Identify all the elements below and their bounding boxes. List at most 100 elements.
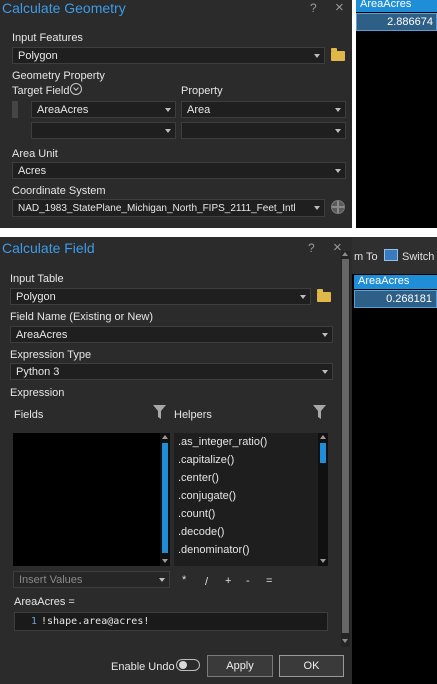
coordinate-system-label: Coordinate System (12, 185, 106, 197)
coordinate-system-value: NAD_1983_StatePlane_Michigan_North_FIPS_… (18, 202, 296, 214)
filter-icon[interactable] (153, 405, 166, 419)
coordinate-system-dropdown[interactable]: NAD_1983_StatePlane_Michigan_North_FIPS_… (12, 199, 325, 217)
dialog-title: Calculate Geometry (2, 0, 126, 16)
fields-list[interactable] (13, 433, 170, 566)
operator-multiply-button[interactable]: * (182, 574, 186, 586)
table-row[interactable]: 2.886674 (356, 13, 437, 31)
expression-type-dropdown[interactable]: Python 3 (10, 363, 333, 380)
chevron-down-icon (314, 53, 320, 58)
expression-type-value: Python 3 (16, 365, 60, 378)
dialog-scrollbar[interactable] (341, 251, 350, 647)
code-line-number: 1 (31, 616, 38, 627)
attribute-table-top: AreaAcres 2.886674 (356, 0, 437, 228)
table-header-areaacres[interactable]: AreaAcres (356, 0, 437, 12)
geometry-property-label: Geometry Property (12, 70, 105, 82)
scroll-thumb[interactable] (342, 259, 349, 633)
filter-icon[interactable] (313, 405, 326, 419)
operator-minus-button[interactable]: - (246, 575, 250, 587)
chevron-down-icon (322, 332, 328, 337)
helpers-list[interactable]: .as_integer_ratio() .capitalize() .cente… (174, 433, 328, 566)
enable-undo-toggle[interactable] (176, 659, 200, 671)
table-header-areaacres[interactable]: AreaAcres (354, 275, 437, 289)
helper-item[interactable]: .count() (174, 505, 328, 523)
helper-item[interactable]: .denominator() (174, 541, 328, 559)
scroll-down-arrow-icon[interactable] (342, 639, 348, 643)
chevron-down-icon (165, 107, 171, 112)
scroll-thumb[interactable] (320, 443, 326, 463)
helpers-label: Helpers (174, 409, 212, 421)
fields-scrollbar[interactable] (160, 433, 170, 566)
calculate-geometry-dialog: Calculate Geometry ? × Input Features Po… (0, 0, 352, 228)
helper-item[interactable]: .center() (174, 469, 328, 487)
property-label: Property (181, 85, 223, 97)
expression-code-editor[interactable]: 1 !shape.area@acres! (14, 612, 328, 631)
expression-label: Expression (10, 387, 65, 399)
help-icon[interactable]: ? (308, 241, 315, 255)
switch-button[interactable]: Switch (402, 251, 434, 263)
folder-open-icon[interactable] (331, 48, 345, 61)
scroll-up-arrow-icon[interactable] (162, 435, 168, 439)
helpers-scrollbar[interactable] (318, 433, 328, 566)
input-features-dropdown[interactable]: Polygon (12, 47, 325, 64)
enable-undo-label: Enable Undo (111, 661, 175, 673)
input-table-value: Polygon (16, 290, 56, 303)
folder-open-icon[interactable] (317, 289, 331, 302)
area-unit-dropdown[interactable]: Acres (12, 162, 346, 179)
helper-item[interactable]: .capitalize() (174, 451, 328, 469)
insert-values-dropdown[interactable]: Insert Values (13, 571, 170, 588)
input-features-label: Input Features (12, 32, 83, 44)
apply-button[interactable]: Apply (207, 655, 273, 677)
target-field-dropdown-1[interactable]: AreaAcres (31, 101, 176, 118)
calculate-field-dialog: Calculate Field ? × Input Table Polygon … (0, 237, 352, 684)
target-field-label: Target Field (12, 85, 70, 97)
ok-button[interactable]: OK (279, 655, 344, 677)
scroll-up-arrow-icon[interactable] (320, 435, 326, 439)
property-value: Area (187, 103, 211, 116)
table-cell-value: 2.886674 (387, 16, 433, 28)
input-features-value: Polygon (18, 49, 58, 62)
field-name-label: Field Name (Existing or New) (10, 311, 154, 323)
property-dropdown-2[interactable] (181, 122, 346, 139)
globe-icon[interactable] (331, 200, 345, 214)
operator-plus-button[interactable]: + (225, 575, 231, 587)
column-header-label: AreaAcres (360, 0, 412, 10)
operator-divide-button[interactable]: / (205, 576, 208, 588)
chevron-down-icon (159, 577, 165, 582)
helper-item[interactable]: .as_integer_ratio() (174, 433, 328, 451)
close-icon[interactable]: × (335, 0, 344, 16)
chevron-down-icon (322, 369, 328, 374)
insert-values-placeholder: Insert Values (19, 573, 83, 586)
chevron-down-icon (335, 107, 341, 112)
help-icon[interactable]: ? (310, 1, 317, 15)
helper-item[interactable]: .conjugate() (174, 487, 328, 505)
input-table-label: Input Table (10, 273, 64, 285)
field-name-value: AreaAcres (16, 328, 68, 341)
chevron-down-icon (335, 128, 341, 133)
chevron-down-icon (165, 128, 171, 133)
operator-equals-button[interactable]: = (266, 575, 272, 587)
scroll-down-arrow-icon[interactable] (320, 559, 326, 563)
area-unit-label: Area Unit (12, 148, 58, 160)
helper-item[interactable]: .decode() (174, 523, 328, 541)
column-header-label: AreaAcres (358, 275, 410, 287)
expression-target-label: AreaAcres = (14, 596, 75, 608)
switch-selection-icon[interactable] (384, 249, 398, 261)
target-field-value: AreaAcres (37, 103, 89, 116)
area-unit-value: Acres (18, 164, 47, 177)
target-field-dropdown-2[interactable] (31, 122, 176, 139)
scroll-thumb[interactable] (162, 443, 168, 553)
chevron-down-icon (335, 168, 341, 173)
chevron-down-icon (300, 294, 306, 299)
zoom-to-button[interactable]: m To (354, 251, 378, 263)
dialog-title: Calculate Field (2, 240, 95, 256)
scroll-down-arrow-icon[interactable] (162, 559, 168, 563)
table-toolbar: m To Switch (352, 237, 437, 274)
scroll-up-arrow-icon[interactable] (342, 252, 348, 256)
table-cell-value: 0.268181 (386, 293, 432, 305)
field-name-dropdown[interactable]: AreaAcres (10, 326, 333, 343)
property-dropdown-1[interactable]: Area (181, 101, 346, 118)
row-drag-handle[interactable] (12, 101, 18, 118)
input-table-dropdown[interactable]: Polygon (10, 288, 311, 305)
expand-target-field-icon[interactable] (70, 83, 82, 95)
table-row[interactable]: 0.268181 (354, 290, 437, 308)
